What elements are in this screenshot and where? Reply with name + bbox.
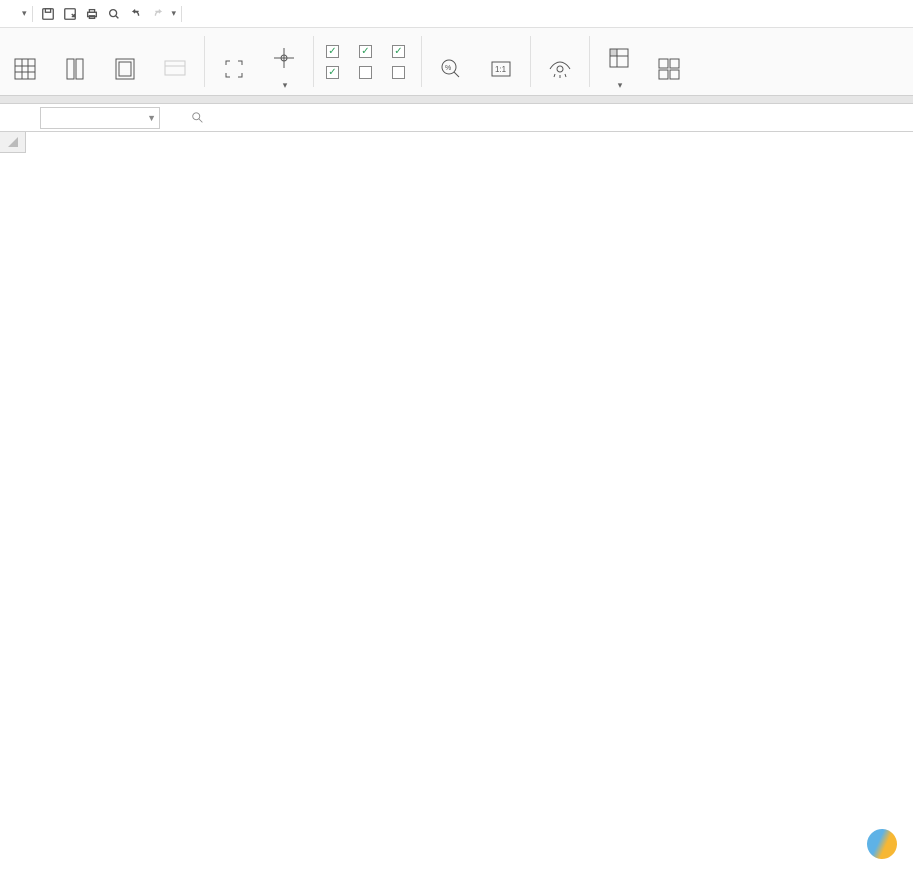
taskpane-check[interactable] [326, 66, 343, 79]
checks-col-1 [318, 28, 351, 95]
svg-text:1:1: 1:1 [495, 65, 507, 74]
freeze-icon [606, 45, 632, 71]
svg-text:%: % [445, 65, 451, 72]
customview-button [150, 28, 200, 95]
checkbox-icon [326, 66, 339, 79]
hamburger-icon[interactable] [2, 10, 18, 18]
normal-view-button[interactable] [0, 28, 50, 95]
fullscreen-icon [221, 56, 247, 82]
redo-icon[interactable] [148, 4, 168, 24]
pagebreak-icon [62, 56, 88, 82]
menu-bar: ▾ ▾ [0, 0, 913, 28]
zoom-100-button[interactable]: 1:1 [476, 28, 526, 95]
grid-icon [12, 56, 38, 82]
print-preview-icon[interactable] [104, 4, 124, 24]
chevron-down-icon[interactable]: ▼ [147, 113, 156, 123]
rearrange-icon [656, 56, 682, 82]
checks-col-2 [351, 28, 384, 95]
search-icon[interactable] [190, 110, 206, 126]
name-box[interactable]: ▼ [40, 107, 160, 129]
editbar-check[interactable] [326, 45, 343, 58]
customview-icon [162, 56, 188, 82]
readmode-label: ▾ [281, 80, 288, 91]
rowcol-check[interactable] [392, 45, 409, 58]
freeze-label: ▾ [616, 80, 623, 91]
spacer [0, 96, 913, 104]
checkbox-icon [392, 66, 405, 79]
crosshair-icon [271, 45, 297, 71]
checkbox-icon [359, 45, 372, 58]
view-group [0, 28, 200, 95]
fullscreen-button[interactable] [209, 28, 259, 95]
select-all-corner[interactable] [0, 132, 26, 153]
separator [530, 36, 531, 87]
save-icon[interactable] [38, 4, 58, 24]
chevron-down-icon[interactable]: ▾ [172, 8, 177, 19]
rearrange-button[interactable] [644, 28, 694, 95]
undo-icon[interactable] [126, 4, 146, 24]
eyecare-button[interactable] [535, 28, 585, 95]
ribbon-toolbar: ▾ % 1:1 ▾ [0, 28, 913, 96]
checkbox-icon [359, 66, 372, 79]
separator [421, 36, 422, 87]
eye-icon [547, 56, 573, 82]
checkbox-icon [392, 45, 405, 58]
watermark [867, 829, 903, 859]
printgrid-check[interactable] [359, 66, 376, 79]
zoom-icon: % [438, 56, 464, 82]
file-menu[interactable]: ▾ [20, 8, 27, 19]
readmode-button[interactable]: ▾ [259, 28, 309, 95]
printrowcol-check[interactable] [392, 66, 409, 79]
pagelayout-icon [112, 56, 138, 82]
separator [32, 6, 33, 22]
separator [181, 6, 182, 22]
checks-col-3 [384, 28, 417, 95]
checkbox-icon [326, 45, 339, 58]
freeze-button[interactable]: ▾ [594, 28, 644, 95]
pagelayout-button[interactable] [100, 28, 150, 95]
print-icon[interactable] [82, 4, 102, 24]
formula-bar: ▼ [0, 104, 913, 132]
spreadsheet [0, 132, 913, 869]
watermark-logo-icon [863, 825, 901, 863]
zoom-button[interactable]: % [426, 28, 476, 95]
separator [589, 36, 590, 87]
separator [204, 36, 205, 87]
gridlines-check[interactable] [359, 45, 376, 58]
pagebreak-button[interactable] [50, 28, 100, 95]
separator [313, 36, 314, 87]
save-as-icon[interactable] [60, 4, 80, 24]
one-to-one-icon: 1:1 [488, 56, 514, 82]
formula-input[interactable] [214, 107, 913, 129]
chevron-down-icon: ▾ [22, 8, 27, 19]
